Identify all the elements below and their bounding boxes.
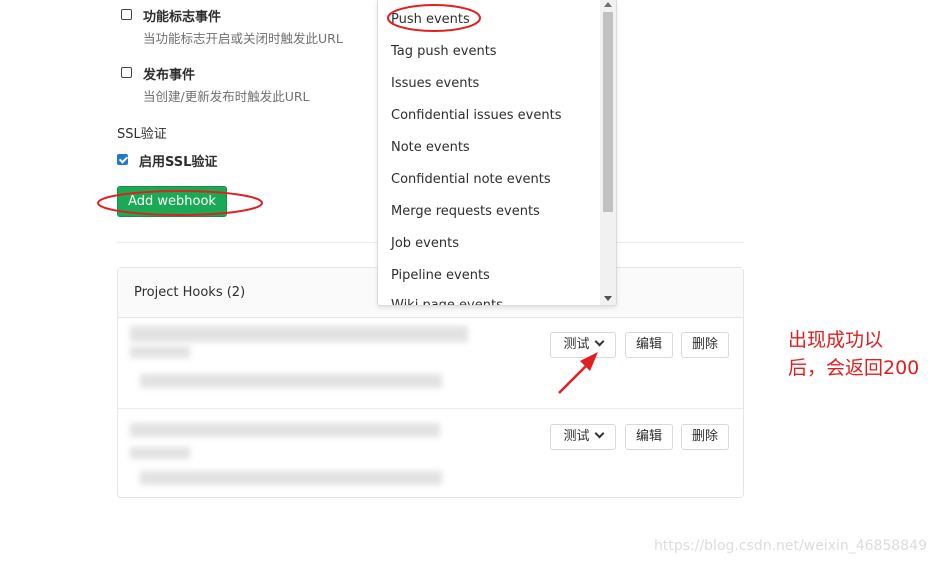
feature-flag-events-label: 功能标志事件 — [143, 10, 222, 25]
scroll-up-icon[interactable] — [604, 2, 612, 7]
feature-flag-events-help: 当功能标志开启或关闭时触发此URL — [143, 31, 343, 46]
release-events-checkbox[interactable] — [121, 67, 132, 78]
dropdown-scrollbar[interactable] — [600, 0, 616, 305]
dropdown-item-confidential-note-events[interactable]: Confidential note events — [391, 172, 551, 187]
dropdown-item-issues-events[interactable]: Issues events — [391, 76, 479, 91]
hook-events-redacted — [140, 374, 442, 388]
hook-row: 测试 编辑 删除 — [118, 318, 743, 408]
hook-url-redacted — [130, 423, 440, 437]
watermark: https://blog.csdn.net/weixin_46858849 — [653, 538, 927, 554]
edit-button[interactable]: 编辑 — [625, 424, 673, 450]
test-button-label: 测试 — [563, 337, 590, 352]
delete-button[interactable]: 删除 — [681, 332, 729, 358]
dropdown-item-pipeline-events[interactable]: Pipeline events — [391, 268, 490, 283]
feature-flag-events-checkbox[interactable] — [121, 9, 132, 20]
dropdown-item-push-events[interactable]: Push events — [391, 12, 470, 27]
test-button-label: 测试 — [563, 429, 590, 444]
scrollbar-thumb[interactable] — [603, 12, 613, 212]
chevron-down-icon — [594, 336, 604, 347]
test-dropdown-button[interactable]: 测试 — [550, 424, 616, 450]
project-hooks-title: Project Hooks (2) — [134, 285, 246, 300]
delete-button[interactable]: 删除 — [681, 424, 729, 450]
hook-url-redacted — [130, 326, 468, 342]
annotation-text-line2: 后，会返回200 — [788, 357, 920, 379]
chevron-down-icon — [594, 428, 604, 439]
dropdown-item-wiki-page-events[interactable]: Wiki page events — [391, 298, 503, 305]
dropdown-item-note-events[interactable]: Note events — [391, 140, 470, 155]
hook-url-redacted — [130, 346, 190, 358]
dropdown-item-tag-push-events[interactable]: Tag push events — [391, 44, 497, 59]
test-dropdown-button[interactable]: 测试 — [550, 332, 616, 358]
hook-row: 测试 编辑 删除 — [118, 409, 743, 497]
dropdown-item-confidential-issues-events[interactable]: Confidential issues events — [391, 108, 561, 123]
release-events-label: 发布事件 — [143, 68, 196, 83]
hook-events-redacted — [140, 471, 442, 485]
ssl-verification-checkbox[interactable] — [117, 154, 128, 165]
ssl-verification-label: 启用SSL验证 — [139, 155, 218, 170]
test-events-dropdown: Push events Tag push events Issues event… — [377, 0, 617, 306]
edit-button[interactable]: 编辑 — [625, 332, 673, 358]
hook-url-redacted — [130, 447, 190, 459]
dropdown-item-job-events[interactable]: Job events — [391, 236, 459, 251]
scroll-down-icon[interactable] — [604, 296, 612, 301]
annotation-text-line1: 出现成功以 — [788, 329, 884, 351]
release-events-help: 当创建/更新发布时触发此URL — [143, 89, 310, 104]
dropdown-item-merge-requests-events[interactable]: Merge requests events — [391, 204, 540, 219]
ssl-section-title: SSL验证 — [117, 127, 167, 142]
add-webhook-button[interactable]: Add webhook — [117, 186, 227, 217]
